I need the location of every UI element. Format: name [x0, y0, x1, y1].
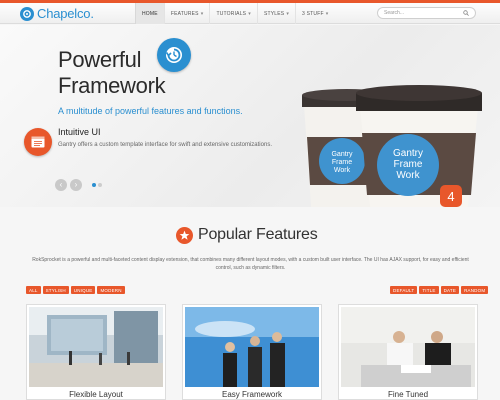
filter-group-left: ALL STYLISH UNIQUE MODERN — [26, 286, 125, 294]
hero-title-line2: Framework — [58, 73, 166, 98]
slide-dot-active[interactable] — [92, 183, 96, 187]
site-header: Chapelco. HOME FEATURES ▾ TUTORIALS ▾ ST… — [0, 3, 500, 24]
nav-3-stuff[interactable]: 3 STUFF ▾ — [295, 3, 334, 24]
cup-text-line: Gantry — [331, 151, 353, 158]
cup-text-line: Work — [396, 170, 420, 181]
nav-home[interactable]: HOME — [135, 3, 164, 24]
cup-number: 4 — [447, 189, 454, 204]
cup-text-line: Frame — [394, 159, 423, 170]
slider-arrows: ‹ › — [55, 179, 82, 191]
gear-icon — [20, 6, 34, 21]
card-caption: Flexible Layout — [69, 390, 123, 399]
chevron-down-icon: ▾ — [200, 10, 204, 17]
filter-modern[interactable]: MODERN — [97, 286, 125, 294]
hero-slider: Powerful Framework A multitude of powerf… — [0, 25, 500, 207]
card-caption: Easy Framework — [221, 390, 282, 399]
main-nav: HOME FEATURES ▾ TUTORIALS ▾ STYLES ▾ 3 S… — [135, 3, 334, 24]
nav-label: HOME — [142, 10, 158, 17]
card-image-business-people — [185, 307, 319, 387]
filter-unique[interactable]: UNIQUE — [70, 286, 96, 294]
refresh-icon — [157, 38, 191, 72]
search-input[interactable]: Search... — [377, 7, 476, 19]
chevron-down-icon: ▾ — [325, 10, 329, 17]
popular-features-heading: Popular Features — [176, 226, 318, 244]
nav-label: STYLES — [263, 10, 285, 17]
section-intro: RokSprocket is a powerful and multi-face… — [32, 257, 469, 271]
sort-default[interactable]: DEFAULT — [390, 286, 418, 294]
section-title: Popular Features — [198, 226, 318, 243]
hero-title: Powerful Framework — [58, 47, 166, 99]
sort-title[interactable]: TITLE — [419, 286, 439, 294]
slide-dot[interactable] — [98, 183, 102, 187]
sort-group: DEFAULT TITLE DATE RANDOM — [390, 286, 489, 294]
nav-tutorials[interactable]: TUTORIALS ▾ — [209, 3, 257, 24]
chevron-right-icon: › — [74, 180, 78, 189]
nav-label: 3 STUFF — [302, 10, 324, 17]
card-image-atrium — [29, 307, 163, 387]
sort-random[interactable]: RANDOM — [461, 286, 489, 294]
hero-subtitle: A multitude of powerful features and fun… — [58, 106, 243, 116]
logo[interactable]: Chapelco. — [20, 4, 94, 23]
card-caption: Fine Tuned — [387, 390, 429, 399]
nav-label: FEATURES — [170, 10, 199, 17]
chevron-left-icon: ‹ — [59, 180, 63, 189]
nav-features[interactable]: FEATURES ▾ — [163, 3, 210, 24]
cup-text-line: Frame — [332, 159, 352, 166]
feature-card[interactable]: Easy Framework — [182, 304, 322, 400]
slider-pagination — [92, 183, 102, 187]
search-placeholder: Search... — [384, 10, 405, 16]
prev-slide-button[interactable]: ‹ — [55, 179, 67, 191]
filter-stylish[interactable]: STYLISH — [42, 286, 69, 294]
window-icon — [24, 128, 52, 156]
cup-text-line: Work — [334, 167, 351, 174]
feature-cards: Flexible Layout Easy Framework Fine Tune… — [26, 304, 478, 400]
hero-title-line1: Powerful — [58, 47, 142, 72]
filter-all[interactable]: ALL — [26, 286, 41, 294]
feature-title: Intuitive UI — [58, 127, 101, 137]
nav-styles[interactable]: STYLES ▾ — [256, 3, 295, 24]
nav-label: TUTORIALS — [216, 10, 247, 17]
feature-card[interactable]: Flexible Layout — [26, 304, 166, 400]
feature-card[interactable]: Fine Tuned — [338, 304, 478, 400]
card-image-office-meeting — [341, 307, 475, 387]
star-icon — [176, 226, 193, 244]
search-icon — [463, 10, 469, 16]
chevron-down-icon: ▾ — [286, 10, 290, 17]
brand-name: Chapelco. — [37, 6, 94, 21]
sort-date[interactable]: DATE — [440, 286, 460, 294]
coffee-cups-image: Gantry Frame Work Gantry Frame Work 4 — [302, 85, 482, 207]
feature-description: Gantry offers a custom template interfac… — [58, 142, 272, 148]
chevron-down-icon: ▾ — [248, 10, 251, 17]
cup-text-line: Gantry — [393, 148, 423, 159]
next-slide-button[interactable]: › — [70, 179, 82, 191]
